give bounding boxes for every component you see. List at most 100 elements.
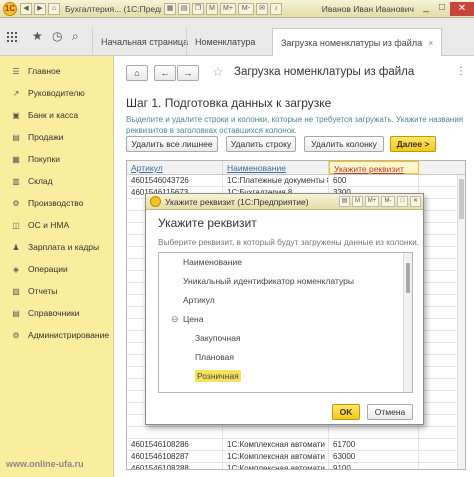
- table-cell[interactable]: 4601546108287: [127, 451, 223, 462]
- attribute-item-label: Артикул: [183, 295, 215, 305]
- dialog-memory-minus-button[interactable]: M-: [381, 196, 395, 207]
- attribute-item[interactable]: Наименование: [159, 253, 412, 272]
- table-cell[interactable]: 1С:Платежные документы 8: [223, 175, 329, 186]
- dialog-memory-plus-button[interactable]: M+: [365, 196, 379, 207]
- table-cell[interactable]: [329, 427, 419, 438]
- memory-minus-button[interactable]: M-: [238, 2, 254, 15]
- scrollbar-thumb[interactable]: [459, 179, 464, 219]
- sidebar-item-assets[interactable]: ◫ ОС и НМА: [0, 214, 113, 236]
- home-small-icon[interactable]: ⌂: [48, 2, 60, 15]
- sidebar-item-production[interactable]: ⚙ Производство: [0, 192, 113, 214]
- forward-icon[interactable]: ▶: [34, 2, 46, 15]
- attribute-item[interactable]: Розничная: [159, 367, 412, 386]
- attribute-item[interactable]: Плановая: [159, 348, 412, 367]
- dialog-hint: Выберите реквизит, в который будут загру…: [158, 237, 420, 247]
- forward-button[interactable]: →: [177, 65, 199, 81]
- sidebar-item-label: Главное: [28, 66, 61, 76]
- more-icon[interactable]: ⋮: [454, 65, 468, 81]
- cancel-button[interactable]: Отмена: [367, 404, 413, 420]
- home-button[interactable]: ⌂: [126, 65, 148, 81]
- table-row[interactable]: 4601546108287 1С:Комплексная автомати 6300…: [127, 451, 465, 463]
- grid-small-icon[interactable]: ▦: [164, 2, 176, 15]
- sidebar-item-bank[interactable]: ▣ Банк и касса: [0, 104, 113, 126]
- tab-import[interactable]: Загрузка номенклатуры из файла ×: [272, 28, 443, 57]
- memory-m-button[interactable]: M: [206, 2, 218, 15]
- favorite-star-icon[interactable]: ☆: [212, 64, 224, 80]
- delete-row-button[interactable]: Удалить строку: [226, 136, 296, 152]
- collapse-icon[interactable]: ⊖: [171, 310, 179, 329]
- favorite-icon[interactable]: ★: [32, 29, 43, 43]
- attribute-item[interactable]: Артикул: [159, 291, 412, 310]
- dialog-bar-title: Укажите реквизит (1С:Предприятие): [165, 196, 309, 207]
- dialog-memory-m-button[interactable]: M: [352, 196, 363, 207]
- table-row[interactable]: 4601546108286 1С:Комплексная автомати 6170…: [127, 439, 465, 451]
- ok-button[interactable]: OK: [332, 404, 360, 420]
- attribute-item[interactable]: Закупочная: [159, 329, 412, 348]
- next-button[interactable]: Далее >: [390, 136, 436, 152]
- table-cell[interactable]: 1С:Комплексная автомати: [223, 451, 329, 462]
- back-button[interactable]: ←: [154, 65, 176, 81]
- attribute-list-scrollbar[interactable]: [403, 253, 412, 392]
- search-icon[interactable]: ⌕: [72, 29, 79, 44]
- close-button[interactable]: ✕: [450, 1, 474, 16]
- sidebar-item-catalogs[interactable]: ▤ Справочники: [0, 302, 113, 324]
- tab-close-icon[interactable]: ×: [428, 38, 433, 48]
- table-row[interactable]: 4601546108288 1С:Комплексная автомати 9100: [127, 463, 465, 469]
- column-header-name[interactable]: Наименование: [223, 161, 329, 174]
- dialog-doc-icon[interactable]: ▤: [339, 196, 350, 207]
- table-cell[interactable]: 4601546108288: [127, 463, 223, 469]
- attribute-item[interactable]: Оптовая: [159, 386, 412, 392]
- table-cell[interactable]: 600: [329, 175, 419, 186]
- table-cell[interactable]: 61700: [329, 439, 419, 450]
- table-row[interactable]: 4601546043726 1С:Платежные документы 8 600: [127, 175, 465, 187]
- user-name[interactable]: Иванов Иван Иванович: [322, 4, 414, 14]
- mail-icon[interactable]: ✉: [256, 2, 268, 15]
- attribute-item-label: Наименование: [183, 257, 242, 267]
- dialog-close-button[interactable]: ✕: [410, 196, 421, 207]
- scrollbar-thumb[interactable]: [406, 263, 410, 293]
- table-cell[interactable]: 1С:Комплексная автомати: [223, 463, 329, 469]
- memory-plus-button[interactable]: M+: [220, 2, 236, 15]
- tab-home[interactable]: Начальная страница: [92, 28, 196, 56]
- delete-column-button[interactable]: Удалить колонку: [304, 136, 384, 152]
- tab-label: Номенклатура: [195, 37, 256, 47]
- column-header-choose-attribute[interactable]: Укажите реквизит: [329, 161, 419, 174]
- table-cell[interactable]: 9100: [329, 463, 419, 469]
- grid-icon[interactable]: [7, 32, 17, 42]
- sidebar-item-warehouse[interactable]: ▥ Склад: [0, 170, 113, 192]
- delete-extra-button[interactable]: Удалить все лишнее: [126, 136, 218, 152]
- tab-nomenclature[interactable]: Номенклатура: [186, 28, 263, 56]
- table-cell[interactable]: 1С:Комплексная автомати: [223, 439, 329, 450]
- books-icon: ▤: [12, 308, 20, 318]
- back-icon[interactable]: ◀: [20, 2, 32, 15]
- sidebar-item-operations[interactable]: ◈ Операции: [0, 258, 113, 280]
- 1c-logo-icon: [150, 196, 161, 207]
- column-header-article[interactable]: Артикул: [127, 161, 223, 174]
- table-cell[interactable]: 4601546108286: [127, 439, 223, 450]
- sidebar-item-main[interactable]: ☰ Главное: [0, 60, 113, 82]
- doc-small-icon[interactable]: ▤: [178, 2, 190, 15]
- dialog-maximize-button[interactable]: □: [397, 196, 408, 207]
- sidebar-item-administration[interactable]: ⚙ Администрирование: [0, 324, 113, 346]
- sidebar-item-label: Отчеты: [28, 286, 58, 296]
- attribute-item[interactable]: Уникальный идентификатор номенклатуры: [159, 272, 412, 291]
- attribute-list[interactable]: Наименование Уникальный идентификатор ном…: [158, 252, 413, 393]
- table-scrollbar[interactable]: [457, 175, 465, 469]
- sidebar-item-payroll[interactable]: ♟ Зарплата и кадры: [0, 236, 113, 258]
- sidebar-item-sales[interactable]: ▤ Продажи: [0, 126, 113, 148]
- history-icon[interactable]: ◷: [52, 29, 62, 43]
- minimize-button[interactable]: _: [418, 2, 434, 15]
- table-cell[interactable]: 4601546043726: [127, 175, 223, 186]
- table-cell[interactable]: [223, 427, 329, 438]
- bell-icon[interactable]: ♪: [270, 2, 282, 15]
- copy-small-icon[interactable]: ❐: [192, 2, 204, 15]
- attribute-item[interactable]: ⊖ Цена: [159, 310, 412, 329]
- maximize-button[interactable]: □: [434, 2, 450, 15]
- table-cell[interactable]: [127, 427, 223, 438]
- sidebar-item-purchases[interactable]: ▦ Покупки: [0, 148, 113, 170]
- table-cell[interactable]: 63000: [329, 451, 419, 462]
- sidebar-item-management[interactable]: ↗ Руководителю: [0, 82, 113, 104]
- table-row[interactable]: [127, 427, 465, 439]
- sidebar-item-reports[interactable]: ▧ Отчеты: [0, 280, 113, 302]
- chart-icon: ↗: [12, 88, 20, 98]
